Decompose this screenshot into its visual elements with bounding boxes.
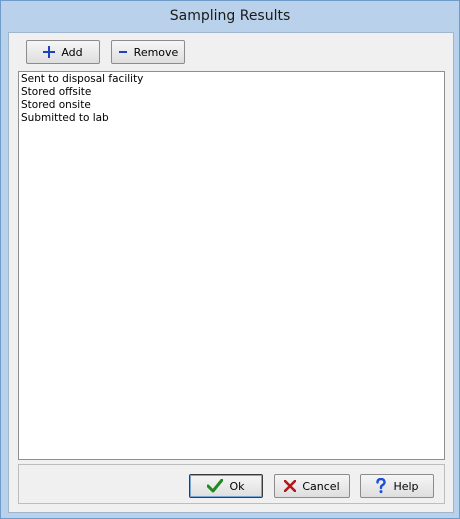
dialog-client-area: Add Remove Sent to disposal facility Sto… <box>8 32 454 513</box>
list-item[interactable]: Stored onsite <box>21 99 442 112</box>
remove-button[interactable]: Remove <box>111 40 185 64</box>
ok-button-label: Ok <box>229 479 245 493</box>
cancel-button[interactable]: Cancel <box>274 474 350 498</box>
minus-icon <box>118 46 128 58</box>
help-button-label: Help <box>393 479 419 493</box>
dialog-window: Sampling Results Add Remove Sent to disp… <box>0 0 460 519</box>
list-item[interactable]: Submitted to lab <box>21 112 442 125</box>
question-mark-icon <box>375 478 387 494</box>
cancel-button-label: Cancel <box>302 479 340 493</box>
add-button-label: Add <box>61 45 83 59</box>
title-bar[interactable]: Sampling Results <box>1 1 459 31</box>
sampling-results-list[interactable]: Sent to disposal facility Stored offsite… <box>18 71 445 460</box>
ok-button[interactable]: Ok <box>189 474 263 498</box>
help-button[interactable]: Help <box>360 474 434 498</box>
checkmark-icon <box>207 479 224 493</box>
plus-icon <box>43 46 56 58</box>
list-item[interactable]: Stored offsite <box>21 86 442 99</box>
remove-button-label: Remove <box>133 45 179 59</box>
list-item[interactable]: Sent to disposal facility <box>21 73 442 86</box>
x-icon <box>284 480 297 492</box>
add-button[interactable]: Add <box>26 40 100 64</box>
window-title: Sampling Results <box>169 8 291 24</box>
